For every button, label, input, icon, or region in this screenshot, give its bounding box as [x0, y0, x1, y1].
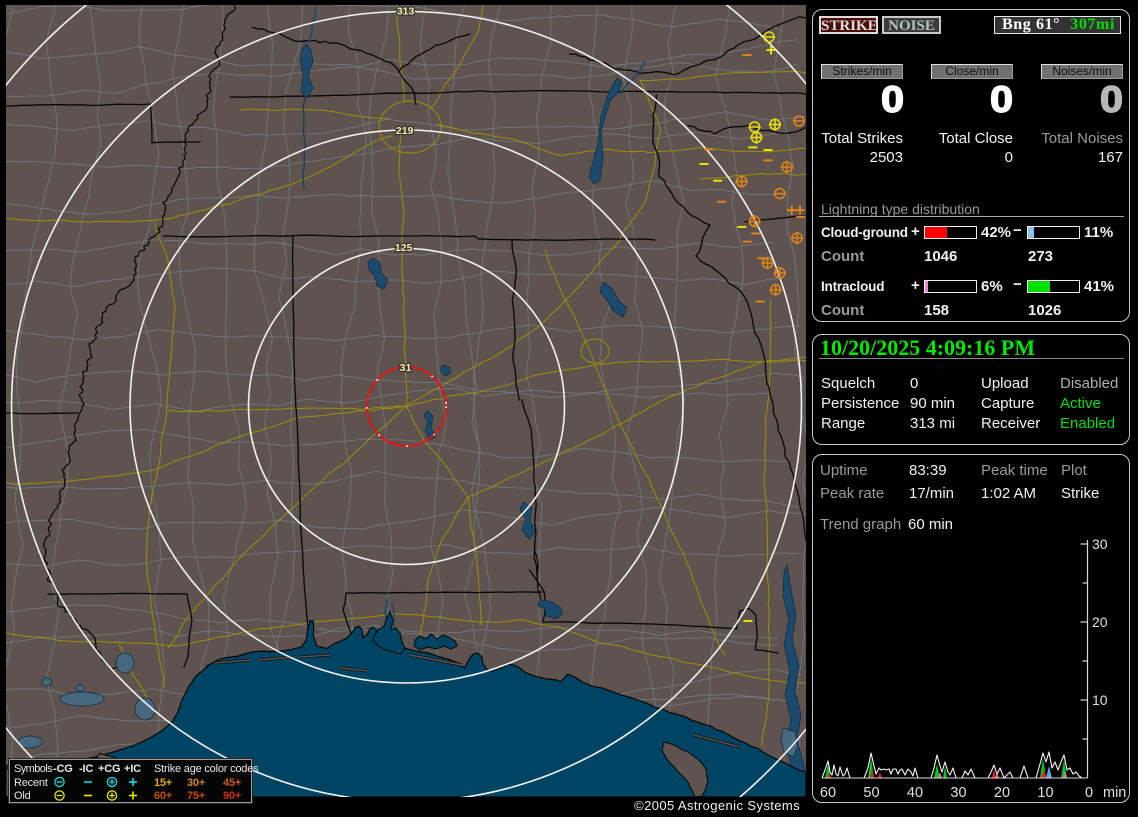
svg-text:20: 20: [1092, 614, 1108, 630]
svg-text:313: 313: [397, 6, 415, 18]
svg-text:125: 125: [395, 242, 413, 254]
svg-text:30: 30: [1092, 536, 1108, 552]
svg-text:50: 50: [863, 785, 879, 801]
svg-text:30: 30: [950, 785, 966, 801]
svg-text:219: 219: [396, 125, 414, 137]
svg-text:min: min: [1103, 785, 1126, 801]
svg-text:40: 40: [907, 785, 923, 801]
svg-text:0: 0: [1085, 785, 1093, 801]
svg-text:31: 31: [400, 362, 412, 374]
svg-text:60: 60: [820, 785, 836, 801]
svg-text:10: 10: [1037, 785, 1053, 801]
svg-text:20: 20: [994, 785, 1010, 801]
svg-text:10: 10: [1092, 692, 1108, 708]
